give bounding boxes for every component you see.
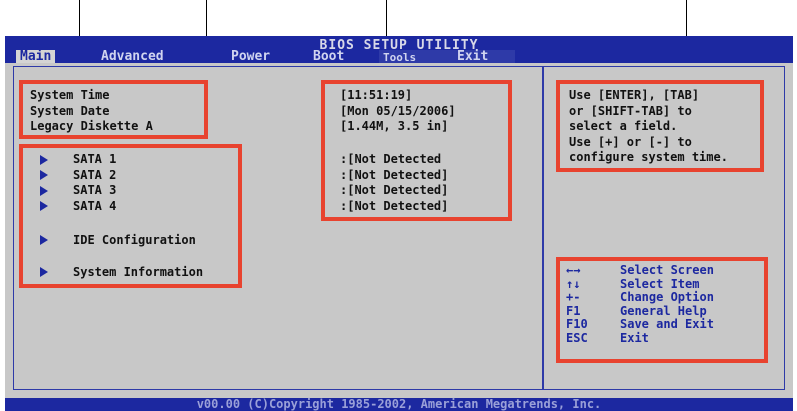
callout-box-keys xyxy=(556,257,768,363)
tab-boot[interactable]: Boot xyxy=(313,49,344,64)
tab-main[interactable]: Main xyxy=(16,50,56,63)
copyright-text: v00.00 (C)Copyright 1985-2002, American … xyxy=(196,397,602,411)
panel-divider xyxy=(542,66,544,390)
tab-advanced[interactable]: Advanced xyxy=(101,49,164,64)
tab-exit[interactable]: Exit xyxy=(457,49,488,64)
callout-box-submenus xyxy=(19,144,242,288)
footer-bar: v00.00 (C)Copyright 1985-2002, American … xyxy=(5,398,793,411)
tab-power[interactable]: Power xyxy=(231,49,270,64)
menu-bar: BIOS SETUP UTILITY Main Advanced Power B… xyxy=(5,36,793,64)
callout-box-values xyxy=(321,80,512,221)
callout-box-help xyxy=(556,80,764,172)
callout-line-tab-bar xyxy=(206,0,207,40)
callout-box-fields xyxy=(19,80,208,139)
